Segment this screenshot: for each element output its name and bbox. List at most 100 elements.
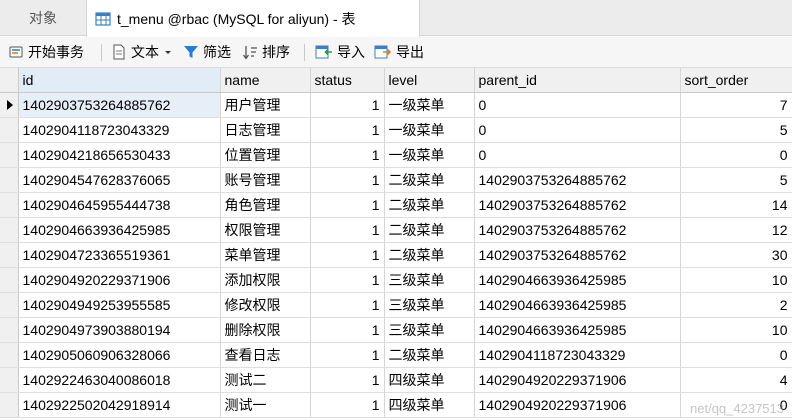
filter-button[interactable]: 筛选 <box>183 42 231 62</box>
column-header-id[interactable]: id <box>18 68 221 93</box>
cell-status[interactable]: 1 <box>310 392 385 418</box>
cell-id[interactable]: 1402904920229371906 <box>18 267 221 293</box>
cell-parent-id[interactable]: 1402904920229371906 <box>474 392 681 418</box>
cell-id[interactable]: 1402904547628376065 <box>18 167 221 193</box>
cell-parent-id[interactable]: 1402904920229371906 <box>474 367 681 393</box>
cell-level[interactable]: 四级菜单 <box>384 392 475 418</box>
cell-name[interactable]: 测试一 <box>220 392 311 418</box>
cell-parent-id[interactable]: 0 <box>474 142 681 168</box>
cell-parent-id[interactable]: 1402903753264885762 <box>474 217 681 243</box>
cell-parent-id[interactable]: 1402904663936425985 <box>474 267 681 293</box>
row-indicator[interactable] <box>0 342 19 368</box>
table-row[interactable]: 1402904920229371906 添加权限 1 三级菜单 140290466393… <box>0 267 792 293</box>
cell-level[interactable]: 一级菜单 <box>384 92 475 118</box>
cell-name[interactable]: 日志管理 <box>220 117 311 143</box>
export-button[interactable]: 导出 <box>374 42 424 62</box>
cell-name[interactable]: 菜单管理 <box>220 242 311 268</box>
table-row[interactable]: 1402904218656530433 位置管理 1 一级菜单 0 0 <box>0 142 792 168</box>
tab-objects[interactable]: 对象 <box>0 0 86 36</box>
cell-sort-order[interactable]: 10 <box>680 267 792 293</box>
row-indicator[interactable] <box>0 292 19 318</box>
row-indicator[interactable] <box>0 117 19 143</box>
row-indicator[interactable] <box>0 317 19 343</box>
cell-level[interactable]: 三级菜单 <box>384 267 475 293</box>
cell-sort-order[interactable]: 5 <box>680 117 792 143</box>
data-grid[interactable]: id name status level parent_id sort_orde… <box>0 68 792 420</box>
cell-level[interactable]: 三级菜单 <box>384 292 475 318</box>
row-indicator[interactable] <box>0 217 19 243</box>
sort-button[interactable]: 排序 <box>242 42 290 62</box>
cell-name[interactable]: 权限管理 <box>220 217 311 243</box>
cell-level[interactable]: 三级菜单 <box>384 317 475 343</box>
table-row[interactable]: 1402905060906328066 查看日志 1 二级菜单 140290411872… <box>0 342 792 368</box>
column-header-status[interactable]: status <box>310 68 385 93</box>
cell-sort-order[interactable]: 12 <box>680 217 792 243</box>
table-row[interactable]: 1402904645955444738 角色管理 1 二级菜单 140290375326… <box>0 192 792 218</box>
cell-level[interactable]: 一级菜单 <box>384 117 475 143</box>
table-row[interactable]: 1402922463040086018 测试二 1 四级菜单 1402904920229… <box>0 367 792 393</box>
cell-id[interactable]: 1402905060906328066 <box>18 342 221 368</box>
cell-sort-order[interactable]: 14 <box>680 192 792 218</box>
import-button[interactable]: 导入 <box>315 42 365 62</box>
column-header-sort-order[interactable]: sort_order <box>680 68 792 93</box>
cell-parent-id[interactable]: 1402903753264885762 <box>474 167 681 193</box>
column-header-level[interactable]: level <box>384 68 475 93</box>
cell-id[interactable]: 1402904949253955585 <box>18 292 221 318</box>
table-row[interactable]: 1402904663936425985 权限管理 1 二级菜单 140290375326… <box>0 217 792 243</box>
cell-status[interactable]: 1 <box>310 167 385 193</box>
cell-id[interactable]: 1402904645955444738 <box>18 192 221 218</box>
cell-name[interactable]: 用户管理 <box>220 92 311 118</box>
cell-status[interactable]: 1 <box>310 342 385 368</box>
tab-table-t-menu[interactable]: t_menu @rbac (MySQL for aliyun) - 表 <box>86 0 420 37</box>
cell-name[interactable]: 测试二 <box>220 367 311 393</box>
cell-sort-order[interactable]: 10 <box>680 317 792 343</box>
table-row[interactable]: 1402904723365519361 菜单管理 1 二级菜单 140290375326… <box>0 242 792 268</box>
cell-sort-order[interactable]: 30 <box>680 242 792 268</box>
row-indicator[interactable] <box>0 392 19 418</box>
cell-sort-order[interactable]: 0 <box>680 142 792 168</box>
cell-id[interactable]: 1402904663936425985 <box>18 217 221 243</box>
cell-id[interactable]: 1402904723365519361 <box>18 242 221 268</box>
cell-name[interactable]: 删除权限 <box>220 317 311 343</box>
cell-id[interactable]: 1402904118723043329 <box>18 117 221 143</box>
row-indicator[interactable] <box>0 167 19 193</box>
cell-status[interactable]: 1 <box>310 267 385 293</box>
cell-parent-id[interactable]: 1402904663936425985 <box>474 292 681 318</box>
cell-level[interactable]: 二级菜单 <box>384 167 475 193</box>
cell-name[interactable]: 账号管理 <box>220 167 311 193</box>
row-indicator[interactable] <box>0 267 19 293</box>
cell-status[interactable]: 1 <box>310 367 385 393</box>
cell-name[interactable]: 位置管理 <box>220 142 311 168</box>
begin-transaction-button[interactable]: 开始事务 <box>8 42 84 62</box>
cell-sort-order[interactable]: 7 <box>680 92 792 118</box>
table-row[interactable]: 1402903753264885762 用户管理 1 一级菜单 0 7 <box>0 92 792 118</box>
cell-status[interactable]: 1 <box>310 292 385 318</box>
cell-status[interactable]: 1 <box>310 242 385 268</box>
cell-status[interactable]: 1 <box>310 317 385 343</box>
cell-sort-order[interactable]: 0 <box>680 342 792 368</box>
table-row[interactable]: 1402904118723043329 日志管理 1 一级菜单 0 5 <box>0 117 792 143</box>
cell-parent-id[interactable]: 1402904663936425985 <box>474 317 681 343</box>
cell-parent-id[interactable]: 0 <box>474 117 681 143</box>
cell-id[interactable]: 1402922463040086018 <box>18 367 221 393</box>
cell-sort-order[interactable]: 4 <box>680 367 792 393</box>
cell-level[interactable]: 二级菜单 <box>384 217 475 243</box>
table-row[interactable]: 1402904973903880194 删除权限 1 三级菜单 140290466393… <box>0 317 792 343</box>
cell-parent-id[interactable]: 1402903753264885762 <box>474 242 681 268</box>
row-indicator[interactable] <box>0 367 19 393</box>
cell-status[interactable]: 1 <box>310 192 385 218</box>
cell-level[interactable]: 二级菜单 <box>384 242 475 268</box>
cell-status[interactable]: 1 <box>310 117 385 143</box>
cell-id[interactable]: 1402904218656530433 <box>18 142 221 168</box>
cell-parent-id[interactable]: 0 <box>474 92 681 118</box>
cell-sort-order[interactable]: 2 <box>680 292 792 318</box>
table-row[interactable]: 1402904547628376065 账号管理 1 二级菜单 140290375326… <box>0 167 792 193</box>
column-header-parent-id[interactable]: parent_id <box>474 68 681 93</box>
cell-level[interactable]: 四级菜单 <box>384 367 475 393</box>
column-header-name[interactable]: name <box>220 68 311 93</box>
cell-id[interactable]: 1402904973903880194 <box>18 317 221 343</box>
cell-id[interactable]: 1402903753264885762 <box>18 92 221 118</box>
cell-level[interactable]: 二级菜单 <box>384 192 475 218</box>
row-indicator[interactable] <box>0 142 19 168</box>
cell-parent-id[interactable]: 1402904118723043329 <box>474 342 681 368</box>
